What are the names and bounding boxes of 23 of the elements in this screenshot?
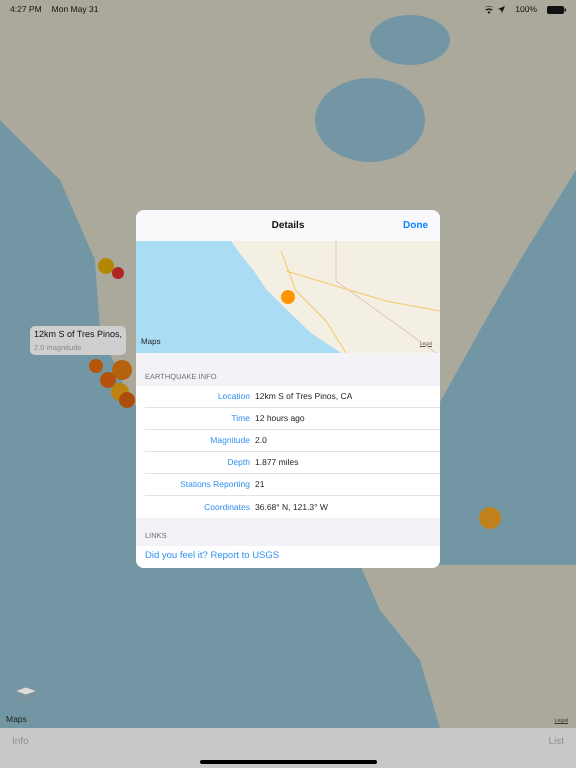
field-value: 36.68° N, 121.3° W	[255, 500, 328, 514]
status-date: Mon May 31	[52, 3, 98, 16]
field-label: Coordinates	[203, 500, 251, 514]
maps-attribution[interactable]: Maps	[6, 713, 27, 726]
field-label: Time	[230, 412, 251, 426]
callout-title: 12km S of Tres Pinos,	[34, 328, 122, 341]
maps-attribution[interactable]: Maps	[141, 336, 161, 348]
dialog-title: Details	[272, 219, 304, 233]
battery-percent: 100%	[515, 3, 537, 16]
field-value: 12 hours ago	[255, 412, 305, 426]
field-label: Magnitude	[209, 434, 251, 448]
field-value: 21	[255, 478, 264, 492]
field-label: Stations Reporting	[179, 478, 251, 492]
done-button[interactable]: Done	[403, 218, 428, 233]
field-label: Location	[216, 390, 251, 404]
field-value: 2.0	[255, 434, 267, 448]
field-value: 12km S of Tres Pinos, CA	[255, 390, 352, 404]
field-value: 1.877 miles	[255, 456, 298, 470]
field-label: Depth	[226, 456, 251, 470]
location-icon	[498, 6, 506, 13]
wifi-icon	[484, 6, 494, 14]
status-time: 4:27 PM	[10, 3, 42, 16]
layers-icon[interactable]	[14, 686, 38, 704]
